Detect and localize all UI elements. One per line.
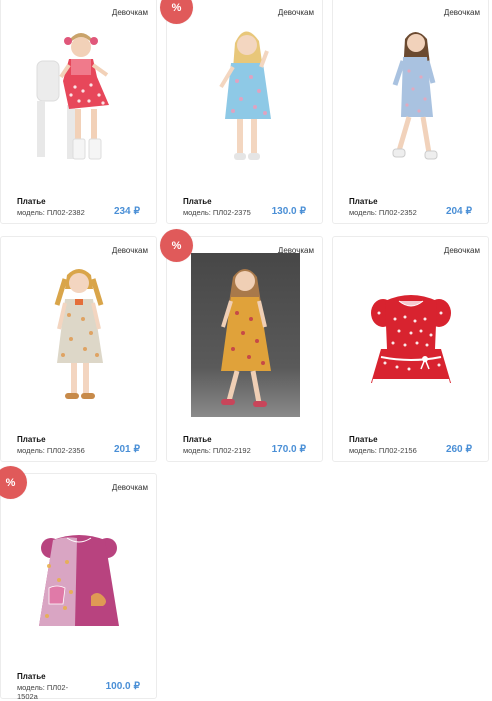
product-name: Платье (349, 435, 378, 444)
product-model: модель: ПЛ02-2356 (17, 446, 85, 455)
product-price: 130.0 ₽ (272, 206, 306, 217)
category-label: Девочкам (111, 483, 148, 492)
product-model: модель: ПЛ02-2352 (349, 208, 417, 217)
product-name: Платье (17, 672, 46, 681)
currency-symbol: ₽ (465, 206, 472, 217)
product-card[interactable]: Девочкам Платье модель: ПЛ02-2356 201 ₽ (0, 236, 157, 462)
product-price: 100.0 ₽ (106, 681, 140, 692)
currency-symbol: ₽ (299, 444, 306, 455)
price-value: 100.0 (105, 681, 131, 692)
product-name: Платье (183, 435, 212, 444)
product-price: 260 ₽ (446, 444, 472, 455)
price-value: 234 (113, 206, 131, 217)
product-grid: Девочкам Платье модель: ПЛ02-2382 234 ₽ … (0, 0, 492, 701)
currency-symbol: ₽ (133, 206, 140, 217)
product-price: 204 ₽ (446, 206, 472, 217)
product-image[interactable] (355, 259, 467, 409)
product-name: Платье (183, 197, 212, 206)
product-model: модель: ПЛ02-2382 (17, 208, 85, 217)
price-value: 260 (445, 444, 463, 455)
product-name: Платье (17, 435, 46, 444)
category-label: Девочкам (111, 246, 148, 255)
product-name: Платье (17, 197, 46, 206)
product-model: модель: ПЛ02-2192 (183, 446, 251, 455)
category-label: Девочкам (443, 246, 480, 255)
sale-badge: % (160, 229, 193, 262)
product-model: модель: ПЛ02-2375 (183, 208, 251, 217)
product-image[interactable] (189, 21, 301, 171)
product-model: модель: ПЛ02-1502a (17, 683, 69, 701)
sale-badge: % (0, 466, 27, 499)
category-label: Девочкам (111, 8, 148, 17)
product-image[interactable] (23, 259, 135, 409)
product-card[interactable]: Девочкам (0, 0, 157, 224)
price-value: 130.0 (271, 206, 297, 217)
product-price: 201 ₽ (114, 444, 140, 455)
category-label: Девочкам (443, 8, 480, 17)
product-price: 234 ₽ (114, 206, 140, 217)
product-card[interactable]: Девочкам Платье модель: ПЛ02-2352 204 ₽ (332, 0, 489, 224)
product-image[interactable] (23, 496, 135, 646)
category-label: Девочкам (277, 8, 314, 17)
currency-symbol: ₽ (465, 444, 472, 455)
price-value: 204 (445, 206, 463, 217)
price-value: 170.0 (271, 444, 297, 455)
currency-symbol: ₽ (133, 444, 140, 455)
currency-symbol: ₽ (133, 681, 140, 692)
product-card[interactable]: Девочкам Платье модель: ПЛ02-1502a 100.0… (0, 466, 157, 701)
currency-symbol: ₽ (299, 206, 306, 217)
product-image[interactable] (355, 21, 467, 171)
product-name: Платье (349, 197, 378, 206)
product-image[interactable] (191, 253, 300, 417)
product-card[interactable]: Девочкам (160, 229, 323, 462)
product-image[interactable] (23, 21, 135, 171)
product-model: модель: ПЛ02-2156 (349, 446, 417, 455)
price-value: 201 (113, 444, 131, 455)
product-card[interactable]: Девочкам Платье модель: ПЛ02-2156 260 ₽ (332, 236, 489, 462)
product-price: 170.0 ₽ (272, 444, 306, 455)
product-card[interactable]: Девочкам Платье модель: ПЛ02-2375 130.0 ₽ (160, 0, 323, 224)
